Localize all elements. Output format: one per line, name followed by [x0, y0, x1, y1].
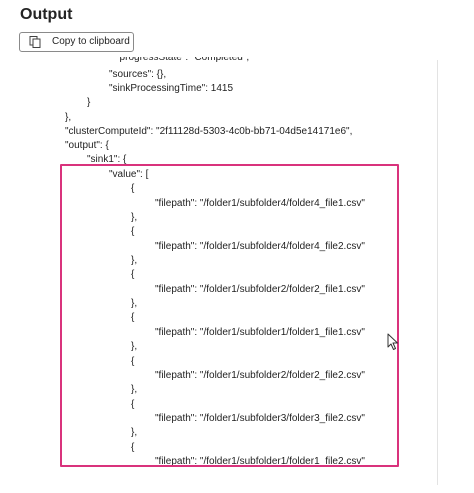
code-line: "sources": {},: [109, 69, 167, 80]
code-line: "sinkProcessingTime": 1415: [109, 83, 234, 94]
code-line: "progressState": "Completed",: [116, 52, 250, 63]
highlight-box: [60, 164, 399, 467]
scrollbar[interactable]: [437, 60, 438, 485]
code-line: }: [87, 97, 91, 108]
code-line: "clusterComputeId": "2f11128d-5303-4c0b-…: [65, 126, 353, 137]
code-line: "output": {: [65, 140, 109, 151]
code-line: },: [65, 112, 72, 123]
mouse-pointer-icon: [387, 333, 398, 350]
